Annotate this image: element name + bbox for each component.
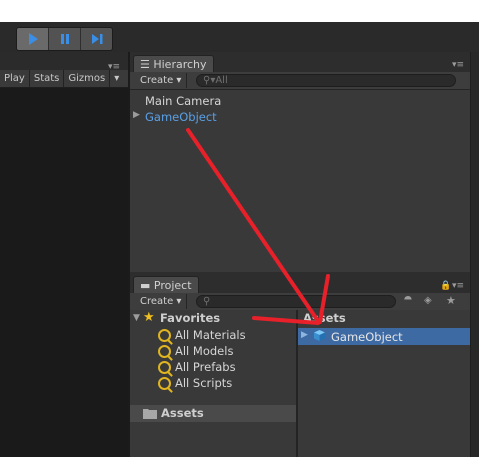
drag-annotation-arrows <box>186 128 330 325</box>
arrow-head-left <box>252 316 320 325</box>
arrow-head-right <box>318 274 330 324</box>
arrow-line <box>186 128 320 323</box>
